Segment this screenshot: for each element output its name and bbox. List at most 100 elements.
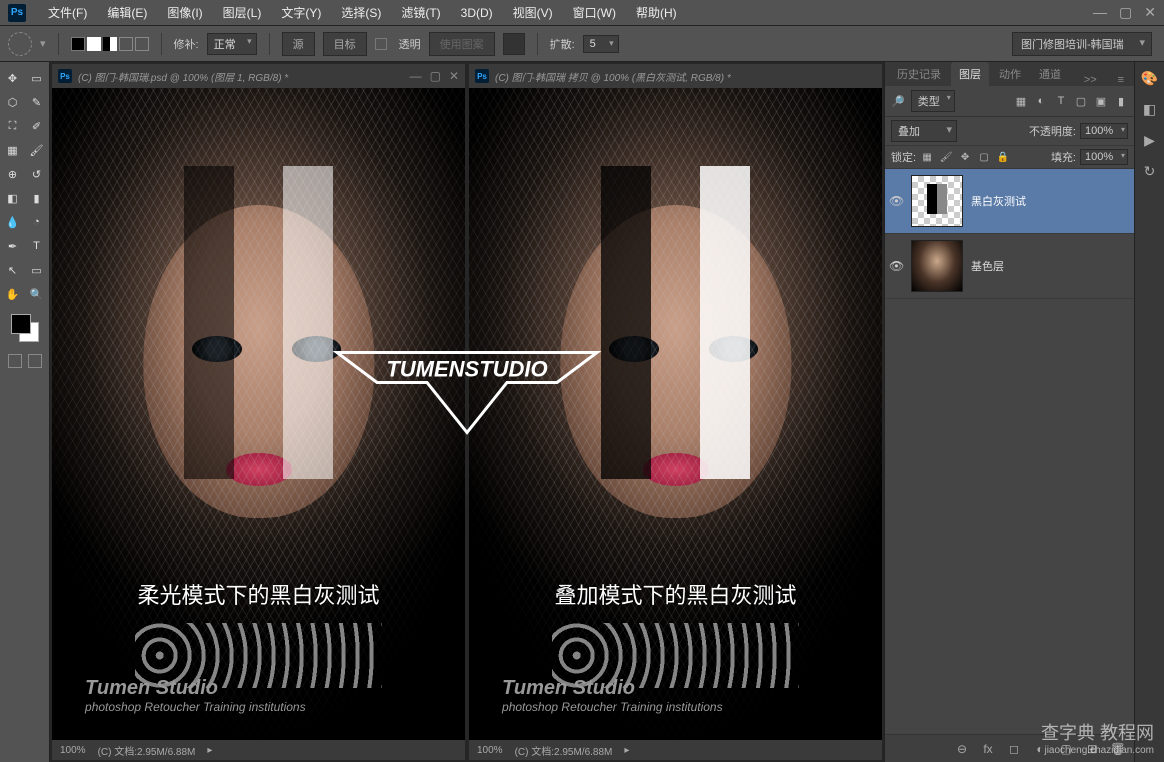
move-tool[interactable]: ✥ <box>2 68 24 88</box>
workspace-dropdown[interactable]: 图门修图培训-韩国瑞 <box>1012 32 1152 56</box>
tab-layers[interactable]: 图层 <box>951 62 989 86</box>
layer-thumbnail[interactable] <box>911 240 963 292</box>
eraser-tool[interactable]: ◧ <box>2 188 24 208</box>
search-icon[interactable]: 🔎 <box>891 95 905 108</box>
panel-tabs-more[interactable]: >> <box>1078 74 1103 86</box>
link-layers-icon[interactable]: ⊖ <box>954 742 970 756</box>
layer-name[interactable]: 黑白灰测试 <box>971 193 1026 209</box>
zoom-level-2[interactable]: 100% <box>477 745 503 756</box>
menu-filter[interactable]: 滤镜(T) <box>391 4 450 21</box>
stamp-tool[interactable]: ⊕ <box>2 164 24 184</box>
filter-toggle-icon[interactable]: ▮ <box>1114 94 1128 108</box>
collapsed-panel-play-icon[interactable]: ▶ <box>1144 132 1155 149</box>
menu-type[interactable]: 文字(Y) <box>271 4 331 21</box>
menu-3d[interactable]: 3D(D) <box>451 6 503 20</box>
layer-item-base[interactable]: 👁 基色层 <box>885 234 1134 299</box>
quickmask-icon[interactable] <box>8 354 22 368</box>
document-tab-1[interactable]: Ps (C) 图门-韩国瑞.psd @ 100% (图层 1, RGB/8) *… <box>52 64 465 88</box>
layer-mask-icon[interactable]: ◻ <box>1006 742 1022 756</box>
pattern-swatch[interactable] <box>503 33 525 55</box>
canvas-1[interactable]: 柔光模式下的黑白灰测试 Tumen Studio photoshop Retou… <box>52 88 465 740</box>
crop-tool[interactable]: ⛶ <box>2 116 24 136</box>
menu-layer[interactable]: 图层(L) <box>213 4 272 21</box>
dodge-tool[interactable]: ◔ <box>26 212 48 232</box>
source-button[interactable]: 源 <box>282 32 315 56</box>
status-arrow-icon[interactable]: ▸ <box>207 745 212 756</box>
menu-view[interactable]: 视图(V) <box>503 4 563 21</box>
visibility-icon[interactable]: 👁 <box>889 194 903 208</box>
doc-info-2[interactable]: (C) 文档:2.95M/6.88M <box>515 743 613 758</box>
blend-mode-dropdown[interactable]: 叠加 <box>891 120 957 142</box>
filter-pixel-icon[interactable]: ▦ <box>1014 94 1028 108</box>
document-tab-2[interactable]: Ps (C) 图门-韩国瑞 拷贝 @ 100% (黑白灰测试, RGB/8) * <box>469 64 882 88</box>
status-arrow-icon[interactable]: ▸ <box>624 745 629 756</box>
destination-button[interactable]: 目标 <box>323 32 367 56</box>
collapsed-panel-swatches-icon[interactable]: ◧ <box>1143 101 1156 118</box>
canvas-2[interactable]: 叠加模式下的黑白灰测试 Tumen Studio photoshop Retou… <box>469 88 882 740</box>
menu-window[interactable]: 窗口(W) <box>563 4 626 21</box>
doc-info-1[interactable]: (C) 文档:2.95M/6.88M <box>98 743 196 758</box>
layer-item-test[interactable]: 👁 黑白灰测试 <box>885 169 1134 234</box>
fill-input[interactable]: 100% <box>1080 149 1128 165</box>
hand-tool[interactable]: ✋ <box>2 284 24 304</box>
filter-shape-icon[interactable]: ▢ <box>1074 94 1088 108</box>
foreground-color[interactable] <box>11 314 31 334</box>
filter-adjust-icon[interactable]: ◐ <box>1034 94 1048 108</box>
layer-name[interactable]: 基色层 <box>971 258 1004 274</box>
marquee-tool[interactable]: ▦ <box>2 140 24 160</box>
zoom-level-1[interactable]: 100% <box>60 745 86 756</box>
opacity-input[interactable]: 100% <box>1080 123 1128 139</box>
panel-menu-icon[interactable]: ≡ <box>1112 74 1130 86</box>
collapsed-panel-color-icon[interactable]: 🎨 <box>1141 70 1158 87</box>
lock-artboard-icon[interactable]: ▢ <box>977 150 991 164</box>
tab-channels[interactable]: 通道 <box>1031 62 1069 86</box>
zoom-tool[interactable]: 🔍 <box>26 284 48 304</box>
lock-transparent-icon[interactable]: ▦ <box>920 150 934 164</box>
visibility-icon[interactable]: 👁 <box>889 259 903 273</box>
swatch-white[interactable] <box>87 37 101 51</box>
maximize-icon[interactable]: ▢ <box>1119 4 1132 21</box>
collapsed-panel-refresh-icon[interactable]: ↻ <box>1144 163 1156 180</box>
type-tool[interactable]: T <box>26 236 48 256</box>
quick-select-tool[interactable]: ✎ <box>26 92 48 112</box>
tab-history[interactable]: 历史记录 <box>889 62 949 86</box>
current-tool-icon[interactable] <box>8 32 32 56</box>
close-icon[interactable]: ✕ <box>1144 4 1156 21</box>
menu-file[interactable]: 文件(F) <box>38 4 97 21</box>
lock-image-icon[interactable]: 🖌 <box>939 150 953 164</box>
pen-tool[interactable]: ✒ <box>2 236 24 256</box>
fg-bg-swatch[interactable] <box>11 314 39 342</box>
artboard-tool[interactable]: ▭ <box>26 68 48 88</box>
history-brush-tool[interactable]: ↺ <box>26 164 48 184</box>
layer-thumbnail[interactable] <box>911 175 963 227</box>
path-select-tool[interactable]: ↖ <box>2 260 24 280</box>
filter-kind-dropdown[interactable]: 类型 <box>911 90 955 112</box>
menu-select[interactable]: 选择(S) <box>331 4 391 21</box>
lock-position-icon[interactable]: ✥ <box>958 150 972 164</box>
brush-tool[interactable]: 🖌 <box>26 140 48 160</box>
use-pattern-button[interactable]: 使用图案 <box>429 32 495 56</box>
shape-tool[interactable]: ▭ <box>26 260 48 280</box>
lasso-tool[interactable]: ⬡ <box>2 92 24 112</box>
filter-type-icon[interactable]: T <box>1054 94 1068 108</box>
doc1-maximize-icon[interactable]: ▢ <box>430 69 441 83</box>
patch-mode-dropdown[interactable]: 正常 <box>207 33 257 55</box>
screen-mode-icon[interactable] <box>28 354 42 368</box>
filter-smart-icon[interactable]: ▣ <box>1094 94 1108 108</box>
menu-edit[interactable]: 编辑(E) <box>97 4 157 21</box>
swatch-black[interactable] <box>71 37 85 51</box>
blur-tool[interactable]: 💧 <box>2 212 24 232</box>
menu-image[interactable]: 图像(I) <box>157 4 212 21</box>
chevron-down-icon[interactable]: ▾ <box>40 37 46 50</box>
menu-help[interactable]: 帮助(H) <box>626 4 687 21</box>
minimize-icon[interactable]: — <box>1093 4 1107 21</box>
diffusion-value[interactable]: 5 <box>583 35 619 53</box>
doc1-close-icon[interactable]: ✕ <box>449 69 459 83</box>
eyedropper-tool[interactable]: ✐ <box>26 116 48 136</box>
gradient-tool[interactable]: ▮ <box>26 188 48 208</box>
doc1-minimize-icon[interactable]: — <box>410 69 422 83</box>
lock-all-icon[interactable]: 🔒 <box>996 150 1010 164</box>
tab-actions[interactable]: 动作 <box>991 62 1029 86</box>
transparent-checkbox[interactable] <box>375 38 387 50</box>
layer-fx-icon[interactable]: fx <box>980 742 996 756</box>
